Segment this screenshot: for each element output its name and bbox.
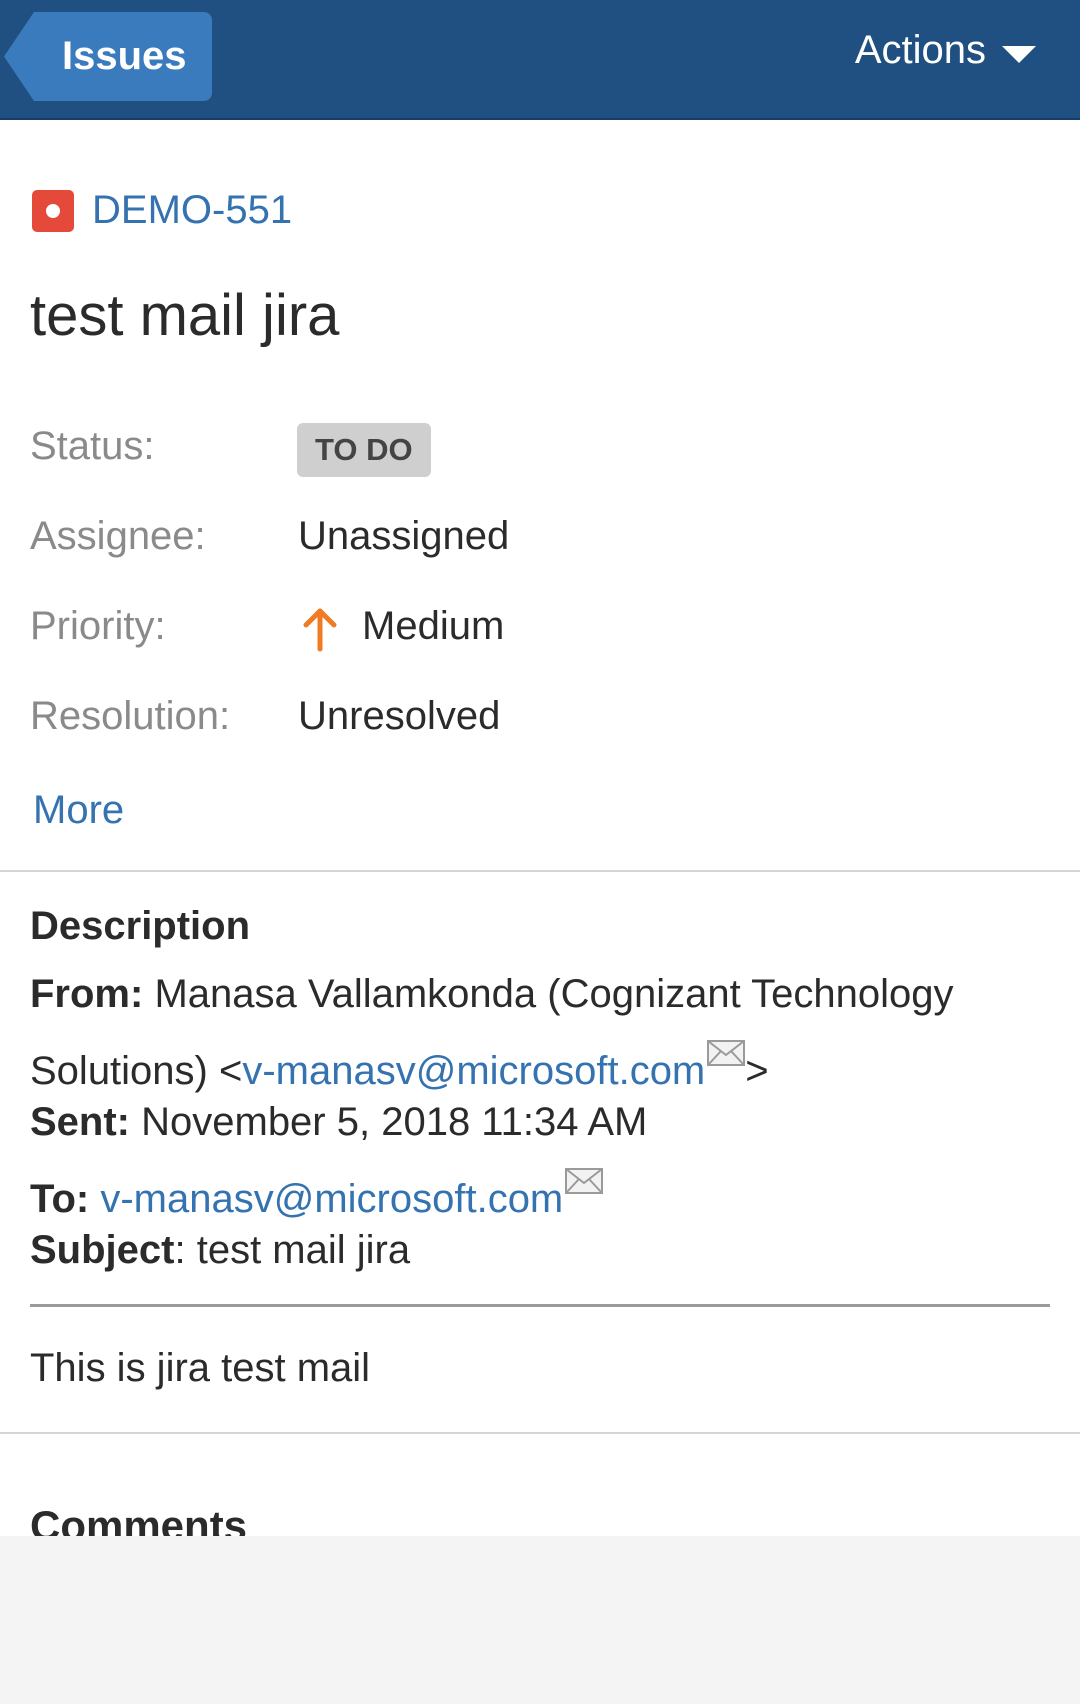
resolution-value: Unresolved: [298, 694, 501, 738]
actions-label: Actions: [854, 28, 986, 72]
to-email-link[interactable]: v-manasv@microsoft.com: [100, 1177, 563, 1221]
issue-title: test mail jira: [30, 283, 340, 348]
assignee-label: Assignee:: [30, 514, 206, 558]
description-heading: Description: [30, 904, 251, 948]
to-label: To:: [30, 1177, 90, 1221]
bug-icon: [32, 189, 74, 232]
description-from-line-cont: Solutions) <v-manasv@microsoft.com >: [30, 1040, 769, 1094]
from-close: >: [745, 1049, 769, 1093]
subject-value: : test mail jira: [174, 1228, 411, 1272]
from-email-link[interactable]: v-manasv@microsoft.com: [242, 1049, 705, 1093]
description-subject-line: Subject: test mail jira: [30, 1228, 410, 1273]
sent-label: Sent:: [30, 1100, 130, 1144]
subject-label: Subject: [30, 1228, 175, 1272]
description-from-line: From: Manasa Vallamkonda (Cognizant Tech…: [30, 972, 953, 1017]
from-label: From:: [30, 972, 144, 1016]
top-nav-bar: Issues Actions: [0, 0, 1080, 120]
priority-label: Priority:: [30, 604, 166, 648]
email-header-divider: [30, 1304, 1050, 1307]
issue-detail-panel: DEMO-551 test mail jira Status: TO DO As…: [0, 120, 1080, 1536]
comments-heading: Comments: [30, 1502, 248, 1536]
from-name: Manasa Vallamkonda (Cognizant Technology: [143, 972, 954, 1016]
issue-key-row: DEMO-551: [32, 188, 292, 233]
priority-value[interactable]: Medium: [362, 604, 504, 649]
section-divider: [0, 870, 1080, 872]
status-label: Status:: [30, 424, 155, 468]
more-fields-link[interactable]: More: [33, 788, 124, 833]
description-to-line: To: v-manasv@microsoft.com: [30, 1168, 604, 1222]
from-name-cont: Solutions) <: [30, 1049, 243, 1093]
back-to-issues-button[interactable]: Issues: [4, 12, 212, 101]
arrow-up-icon: [303, 608, 337, 652]
issue-key-link[interactable]: DEMO-551: [92, 188, 292, 233]
description-sent-line: Sent: November 5, 2018 11:34 AM: [30, 1100, 647, 1145]
section-divider: [0, 1432, 1080, 1434]
assignee-value[interactable]: Unassigned: [298, 514, 509, 559]
chevron-down-icon: [1002, 46, 1036, 63]
actions-menu-button[interactable]: Actions: [855, 28, 1036, 73]
resolution-label: Resolution:: [30, 694, 231, 738]
description-body: This is jira test mail: [30, 1346, 371, 1390]
back-button-label: Issues: [62, 34, 187, 78]
sent-value: November 5, 2018 11:34 AM: [130, 1100, 648, 1144]
status-badge[interactable]: TO DO: [297, 423, 431, 477]
mail-icon[interactable]: [565, 1168, 604, 1194]
mail-icon[interactable]: [707, 1040, 746, 1066]
